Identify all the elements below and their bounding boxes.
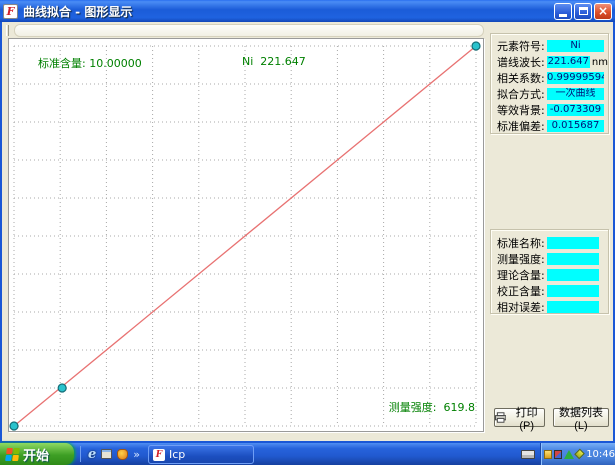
sample-info-group: 标准名称: 测量强度: 理论含量: 校正含量: 相对误差: <box>490 229 609 314</box>
fit-mode-field: 一次曲线 <box>547 88 604 100</box>
windows-flag-icon <box>5 448 20 461</box>
field-label: 相关系数: <box>497 70 545 86</box>
icp-app-icon: F <box>153 449 165 461</box>
calibration-chart-panel: 标准含量: 10.00000 Ni 221.647 测量强度: 619.8 <box>8 38 484 432</box>
restore-button[interactable] <box>574 3 592 20</box>
minimize-icon <box>559 14 567 17</box>
corrected-content-field <box>547 285 599 297</box>
printer-icon <box>495 412 506 423</box>
field-row-theoretical-content: 理论含量: <box>497 267 608 283</box>
data-list-button[interactable]: 数据列表(L) <box>553 408 609 427</box>
field-row-background: 等效背景: -0.073309 <box>497 102 608 118</box>
standard-name-field <box>547 237 599 249</box>
field-row-standard-name: 标准名称: <box>497 235 608 251</box>
std-deviation-field: 0.015687 <box>547 120 604 132</box>
field-row-measured-intensity: 测量强度: <box>497 251 608 267</box>
window-titlebar[interactable]: F 曲线拟合 - 图形显示 × <box>0 0 615 22</box>
start-button[interactable]: 开始 <box>0 443 74 465</box>
desktop-screen: F 曲线拟合 - 图形显示 × 标准含量: 10.00000 Ni 221.64… <box>0 0 615 465</box>
field-row-std-deviation: 标准偏差: 0.015687 <box>497 118 608 134</box>
print-button[interactable]: 打印(P) <box>494 408 545 427</box>
field-label: 标准名称: <box>497 235 545 251</box>
field-label: 谱线波长: <box>497 54 545 70</box>
field-label: 相对误差: <box>497 299 545 315</box>
wavelength-unit: nm <box>592 57 608 68</box>
calibration-chart <box>14 46 476 426</box>
field-row-element-symbol: 元素符号: Ni <box>497 38 608 54</box>
quick-launch-overflow-chevron[interactable]: » <box>133 448 140 461</box>
relative-error-field <box>547 301 599 313</box>
window-title: 曲线拟合 - 图形显示 <box>23 3 132 20</box>
field-row-wavelength: 谱线波长: 221.647 nm <box>497 54 608 70</box>
start-button-label: 开始 <box>23 445 49 464</box>
print-button-label: 打印(P) <box>509 404 544 432</box>
taskbar-separator <box>80 446 81 462</box>
show-desktop-icon[interactable] <box>101 449 112 459</box>
field-label: 拟合方式: <box>497 86 545 102</box>
background-field: -0.073309 <box>547 104 604 116</box>
measured-intensity-field <box>547 253 599 265</box>
taskbar: 开始 e » F Icp 10:46 <box>0 443 615 465</box>
quick-launch-bar: e » <box>80 445 140 463</box>
data-list-button-label: 数据列表(L) <box>554 404 608 432</box>
tray-icon[interactable] <box>554 450 562 459</box>
app-icon: F <box>3 4 18 19</box>
field-label: 测量强度: <box>497 251 545 267</box>
data-point <box>58 384 66 392</box>
field-label: 理论含量: <box>497 267 545 283</box>
field-row-corrected-content: 校正含量: <box>497 283 608 299</box>
wavelength-field: 221.647 <box>547 56 590 68</box>
internet-explorer-icon[interactable]: e <box>88 447 96 462</box>
correlation-field: 0.99999594 <box>547 72 604 84</box>
field-label: 校正含量: <box>497 283 545 299</box>
field-label: 标准偏差: <box>497 118 545 134</box>
field-row-fit-mode: 拟合方式: 一次曲线 <box>497 86 608 102</box>
taskbar-clock[interactable]: 10:46 <box>586 449 615 460</box>
toolbar-gripper[interactable] <box>6 25 9 36</box>
tray-icon[interactable] <box>544 450 552 459</box>
system-tray: 10:46 <box>540 443 615 465</box>
toolbar <box>4 24 484 37</box>
fit-info-group: 元素符号: Ni 谱线波长: 221.647 nm 相关系数: 0.999995… <box>490 33 609 134</box>
x-axis-max-label: 测量强度: 619.8 <box>368 386 475 428</box>
data-point <box>10 422 18 430</box>
minimize-button[interactable] <box>554 3 572 20</box>
series-label: Ni 221.647 <box>221 42 306 81</box>
task-button-label: Icp <box>169 448 185 461</box>
keyboard-language-icon[interactable] <box>521 450 535 459</box>
field-label: 等效背景: <box>497 102 545 118</box>
close-button[interactable]: × <box>594 3 612 20</box>
tray-icon[interactable] <box>574 449 585 460</box>
field-label: 元素符号: <box>497 38 545 54</box>
theoretical-content-field <box>547 269 599 281</box>
close-icon: × <box>598 5 608 17</box>
y-axis-max-label: 标准含量: 10.00000 <box>17 42 142 84</box>
field-row-correlation: 相关系数: 0.99999594 <box>497 70 608 86</box>
quick-launch-icon[interactable] <box>117 449 128 460</box>
tray-icon[interactable] <box>564 450 574 459</box>
taskbar-task-icp[interactable]: F Icp <box>148 445 254 464</box>
element-symbol-field: Ni <box>547 40 604 52</box>
field-row-relative-error: 相对误差: <box>497 299 608 315</box>
data-point <box>472 42 480 50</box>
toolbar-inset <box>14 24 484 37</box>
restore-icon <box>579 7 588 15</box>
